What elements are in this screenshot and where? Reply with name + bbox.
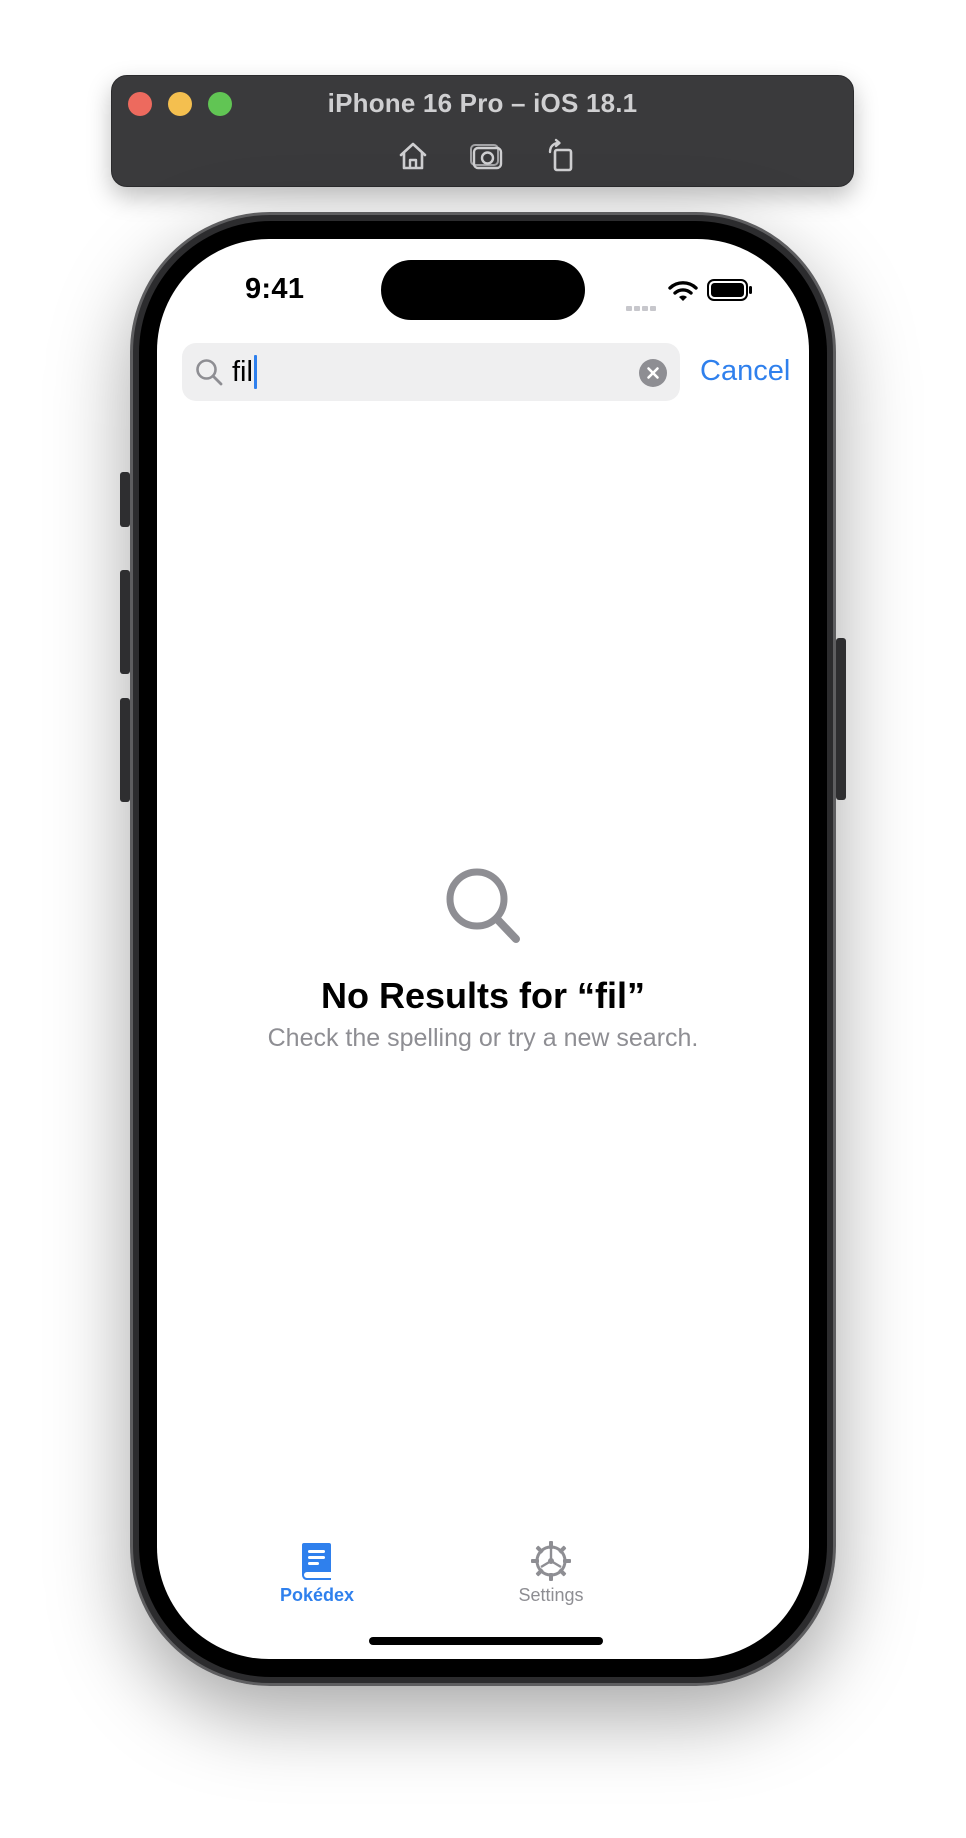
home-icon[interactable] bbox=[393, 136, 433, 176]
tab-pokedex[interactable]: Pokédex bbox=[257, 1539, 377, 1619]
book-icon bbox=[295, 1539, 339, 1583]
clear-search-button[interactable] bbox=[639, 359, 667, 387]
volume-up-button bbox=[120, 570, 130, 674]
home-indicator[interactable] bbox=[369, 1637, 603, 1645]
simulator-window-bar: iPhone 16 Pro – iOS 18.1 bbox=[111, 75, 854, 187]
tab-settings[interactable]: Settings bbox=[491, 1539, 611, 1619]
dynamic-island bbox=[381, 260, 585, 320]
simulator-title: iPhone 16 Pro – iOS 18.1 bbox=[327, 88, 638, 118]
no-results-search-icon bbox=[444, 866, 522, 946]
cancel-button[interactable]: Cancel bbox=[700, 351, 790, 391]
status-time: 9:41 bbox=[245, 273, 305, 305]
battery-icon bbox=[707, 279, 753, 301]
no-results-subtitle: Check the spelling or try a new search. bbox=[267, 1024, 699, 1052]
power-button bbox=[836, 638, 846, 800]
search-query: fil bbox=[232, 356, 253, 388]
action-button bbox=[120, 472, 130, 527]
search-input[interactable]: fil bbox=[232, 355, 257, 389]
wifi-icon bbox=[668, 279, 698, 303]
canvas: iPhone 16 Pro – iOS 18.1 9:41 fil Cancel… bbox=[0, 0, 966, 1838]
tab-label: Settings bbox=[518, 1585, 584, 1605]
screenshot-icon[interactable] bbox=[467, 136, 507, 176]
phone-screen: 9:41 fil Cancel No Results for “fil” Che… bbox=[157, 239, 809, 1659]
no-results-title: No Results for “fil” bbox=[320, 975, 646, 1016]
volume-down-button bbox=[120, 698, 130, 802]
tab-label: Pokédex bbox=[279, 1585, 355, 1605]
text-caret bbox=[253, 355, 257, 389]
rotate-icon[interactable] bbox=[542, 136, 582, 176]
search-icon bbox=[194, 357, 224, 387]
gear-icon bbox=[529, 1539, 573, 1583]
cellular-signal-icon bbox=[626, 293, 660, 311]
search-field[interactable]: fil bbox=[182, 343, 680, 401]
